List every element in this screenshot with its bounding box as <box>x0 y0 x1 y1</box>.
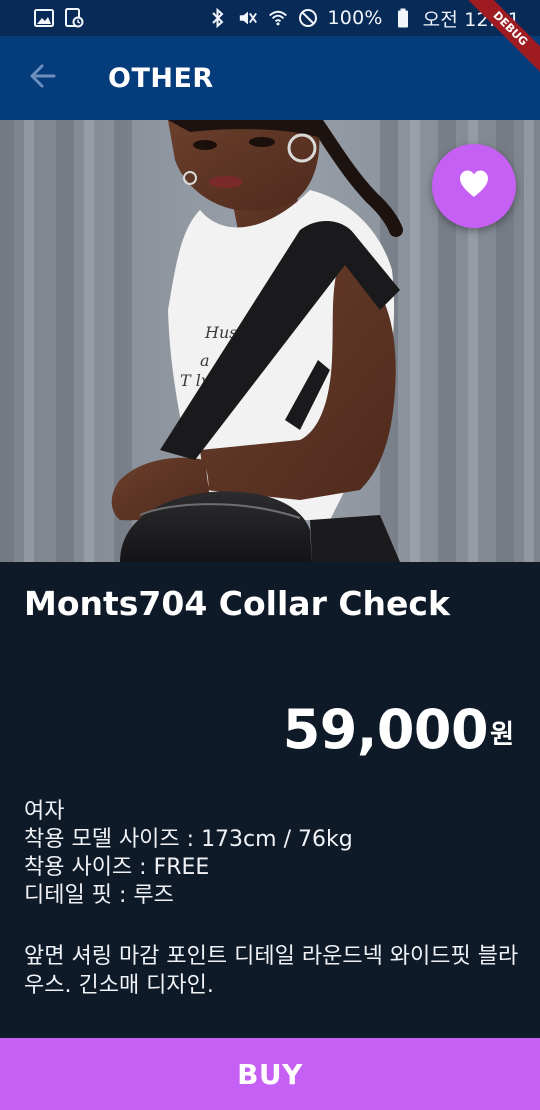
price: 59,000 원 <box>283 700 514 760</box>
gallery-icon <box>34 8 54 28</box>
battery-icon <box>393 8 413 28</box>
back-button[interactable] <box>18 53 68 103</box>
buy-button[interactable]: BUY <box>0 1038 540 1110</box>
wifi-icon <box>268 8 288 28</box>
product-name: Monts704 Collar Check <box>24 584 450 623</box>
heart-icon <box>458 169 490 203</box>
arrow-back-icon <box>29 62 57 94</box>
price-currency: 원 <box>490 720 514 750</box>
svg-text:a: a <box>200 351 210 370</box>
spec-list: 여자 착용 모델 사이즈 : 173cm / 76kg 착용 사이즈 : FRE… <box>24 798 353 910</box>
spec-wear-size: 착용 사이즈 : FREE <box>24 855 210 880</box>
spec-model-size: 착용 모델 사이즈 : 173cm / 76kg <box>24 827 353 852</box>
status-right: 100% 오전 12:21 <box>208 5 520 32</box>
battery-percent: 100% <box>327 7 383 29</box>
favorite-button[interactable] <box>432 144 516 228</box>
spec-fit: 디테일 핏 : 루즈 <box>24 883 174 908</box>
status-bar: 100% 오전 12:21 <box>0 0 540 36</box>
screenshot-icon <box>64 8 84 28</box>
bluetooth-icon <box>208 8 228 28</box>
product-description: 앞면 셔링 마감 포인트 디테일 라운드넥 와이드핏 블라우스. 긴소매 디자인… <box>24 944 519 998</box>
app-bar: OTHER <box>0 36 540 120</box>
price-value: 59,000 <box>282 698 489 761</box>
no-disturb-icon <box>298 8 318 28</box>
spec-gender: 여자 <box>24 799 65 824</box>
mute-icon <box>238 8 258 28</box>
page-title: OTHER <box>108 62 214 94</box>
status-left <box>34 8 84 28</box>
